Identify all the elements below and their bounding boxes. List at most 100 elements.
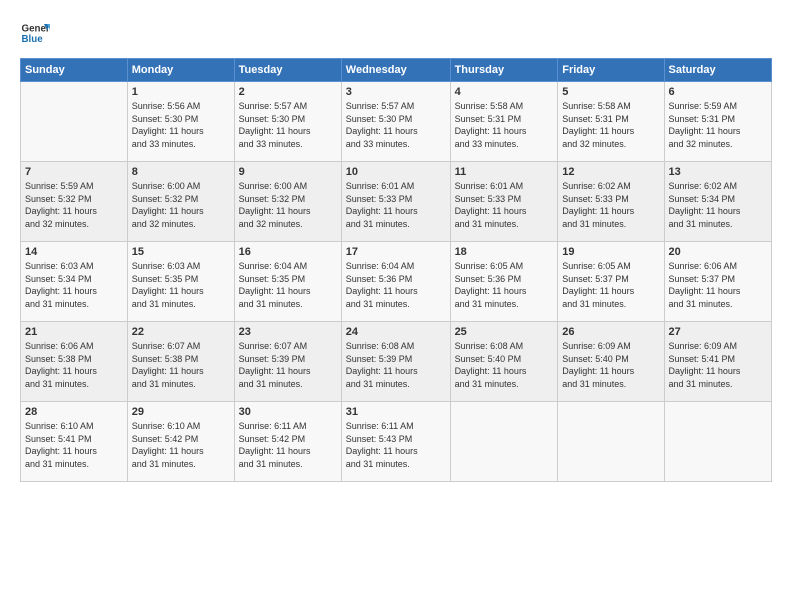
calendar-cell: 10 Sunrise: 6:01 AM Sunset: 5:33 PM Dayli… — [341, 162, 450, 242]
week-row-5: 28Sunrise: 6:10 AM Sunset: 5:41 PM Dayli… — [21, 402, 772, 482]
calendar-cell: 31 Sunrise: 6:11 AM Sunset: 5:43 PM Dayli… — [341, 402, 450, 482]
day-number: 21 — [25, 326, 123, 338]
day-number: 20 — [669, 246, 767, 258]
calendar-cell: 14 Sunrise: 6:03 AM Sunset: 5:34 PM Dayli… — [21, 242, 128, 322]
day-number: 17 — [346, 246, 446, 258]
day-header-monday: Monday — [127, 59, 234, 82]
logo: General Blue — [20, 18, 50, 48]
day-number: 5 — [562, 86, 659, 98]
calendar-cell: 7 Sunrise: 5:59 AM Sunset: 5:32 PM Daylig… — [21, 162, 128, 242]
calendar-cell: 30 Sunrise: 6:11 AM Sunset: 5:42 PM Dayli… — [234, 402, 341, 482]
day-info: Sunrise: 6:04 AM Sunset: 5:36 PM Dayligh… — [346, 260, 446, 310]
calendar-cell: 27Sunrise: 6:09 AM Sunset: 5:41 PM Dayli… — [664, 322, 771, 402]
day-number: 2 — [239, 86, 337, 98]
calendar-cell: 24Sunrise: 6:08 AM Sunset: 5:39 PM Dayli… — [341, 322, 450, 402]
calendar-cell: 19 Sunrise: 6:05 AM Sunset: 5:37 PM Dayli… — [558, 242, 664, 322]
day-header-friday: Friday — [558, 59, 664, 82]
calendar-cell: 8 Sunrise: 6:00 AM Sunset: 5:32 PM Daylig… — [127, 162, 234, 242]
day-number: 9 — [239, 166, 337, 178]
day-info: Sunrise: 5:59 AM Sunset: 5:32 PM Dayligh… — [25, 180, 123, 230]
day-info: Sunrise: 6:02 AM Sunset: 5:33 PM Dayligh… — [562, 180, 659, 230]
day-number: 19 — [562, 246, 659, 258]
day-info: Sunrise: 6:04 AM Sunset: 5:35 PM Dayligh… — [239, 260, 337, 310]
day-info: Sunrise: 6:10 AM Sunset: 5:41 PM Dayligh… — [25, 420, 123, 470]
day-header-sunday: Sunday — [21, 59, 128, 82]
day-info: Sunrise: 5:58 AM Sunset: 5:31 PM Dayligh… — [562, 100, 659, 150]
calendar-cell: 20 Sunrise: 6:06 AM Sunset: 5:37 PM Dayli… — [664, 242, 771, 322]
day-info: Sunrise: 6:03 AM Sunset: 5:35 PM Dayligh… — [132, 260, 230, 310]
day-number: 29 — [132, 406, 230, 418]
calendar-cell: 16Sunrise: 6:04 AM Sunset: 5:35 PM Dayli… — [234, 242, 341, 322]
calendar-cell: 3Sunrise: 5:57 AM Sunset: 5:30 PM Daylig… — [341, 82, 450, 162]
logo-icon: General Blue — [20, 18, 50, 48]
day-number: 14 — [25, 246, 123, 258]
calendar-cell: 2Sunrise: 5:57 AM Sunset: 5:30 PM Daylig… — [234, 82, 341, 162]
day-number: 4 — [455, 86, 554, 98]
day-info: Sunrise: 6:01 AM Sunset: 5:33 PM Dayligh… — [455, 180, 554, 230]
day-info: Sunrise: 6:05 AM Sunset: 5:37 PM Dayligh… — [562, 260, 659, 310]
calendar-cell: 12 Sunrise: 6:02 AM Sunset: 5:33 PM Dayli… — [558, 162, 664, 242]
header: General Blue — [20, 18, 772, 48]
calendar-cell — [558, 402, 664, 482]
calendar-cell: 15 Sunrise: 6:03 AM Sunset: 5:35 PM Dayli… — [127, 242, 234, 322]
day-number: 23 — [239, 326, 337, 338]
day-info: Sunrise: 6:11 AM Sunset: 5:42 PM Dayligh… — [239, 420, 337, 470]
calendar-cell: 4 Sunrise: 5:58 AM Sunset: 5:31 PM Daylig… — [450, 82, 558, 162]
days-header-row: SundayMondayTuesdayWednesdayThursdayFrid… — [21, 59, 772, 82]
day-info: Sunrise: 6:09 AM Sunset: 5:40 PM Dayligh… — [562, 340, 659, 390]
day-number: 6 — [669, 86, 767, 98]
calendar-cell: 13Sunrise: 6:02 AM Sunset: 5:34 PM Dayli… — [664, 162, 771, 242]
calendar-cell: 17 Sunrise: 6:04 AM Sunset: 5:36 PM Dayli… — [341, 242, 450, 322]
week-row-4: 21 Sunrise: 6:06 AM Sunset: 5:38 PM Dayli… — [21, 322, 772, 402]
week-row-2: 7 Sunrise: 5:59 AM Sunset: 5:32 PM Daylig… — [21, 162, 772, 242]
day-info: Sunrise: 5:58 AM Sunset: 5:31 PM Dayligh… — [455, 100, 554, 150]
calendar-cell: 22 Sunrise: 6:07 AM Sunset: 5:38 PM Dayli… — [127, 322, 234, 402]
day-info: Sunrise: 5:56 AM Sunset: 5:30 PM Dayligh… — [132, 100, 230, 150]
calendar-cell: 29 Sunrise: 6:10 AM Sunset: 5:42 PM Dayli… — [127, 402, 234, 482]
day-number: 15 — [132, 246, 230, 258]
calendar-cell: 28Sunrise: 6:10 AM Sunset: 5:41 PM Dayli… — [21, 402, 128, 482]
day-info: Sunrise: 6:03 AM Sunset: 5:34 PM Dayligh… — [25, 260, 123, 310]
day-info: Sunrise: 6:11 AM Sunset: 5:43 PM Dayligh… — [346, 420, 446, 470]
day-number: 26 — [562, 326, 659, 338]
page: General Blue SundayMondayTuesdayWednesda… — [0, 0, 792, 612]
calendar-cell: 25 Sunrise: 6:08 AM Sunset: 5:40 PM Dayli… — [450, 322, 558, 402]
calendar-cell: 23 Sunrise: 6:07 AM Sunset: 5:39 PM Dayli… — [234, 322, 341, 402]
day-number: 31 — [346, 406, 446, 418]
day-info: Sunrise: 6:01 AM Sunset: 5:33 PM Dayligh… — [346, 180, 446, 230]
day-info: Sunrise: 6:00 AM Sunset: 5:32 PM Dayligh… — [239, 180, 337, 230]
calendar-table: SundayMondayTuesdayWednesdayThursdayFrid… — [20, 58, 772, 482]
calendar-cell: 11 Sunrise: 6:01 AM Sunset: 5:33 PM Dayli… — [450, 162, 558, 242]
day-number: 3 — [346, 86, 446, 98]
day-info: Sunrise: 6:07 AM Sunset: 5:38 PM Dayligh… — [132, 340, 230, 390]
calendar-cell — [21, 82, 128, 162]
day-info: Sunrise: 6:06 AM Sunset: 5:37 PM Dayligh… — [669, 260, 767, 310]
day-info: Sunrise: 6:10 AM Sunset: 5:42 PM Dayligh… — [132, 420, 230, 470]
calendar-cell: 18Sunrise: 6:05 AM Sunset: 5:36 PM Dayli… — [450, 242, 558, 322]
day-number: 10 — [346, 166, 446, 178]
day-number: 18 — [455, 246, 554, 258]
day-header-saturday: Saturday — [664, 59, 771, 82]
day-number: 22 — [132, 326, 230, 338]
calendar-cell: 9 Sunrise: 6:00 AM Sunset: 5:32 PM Daylig… — [234, 162, 341, 242]
day-info: Sunrise: 6:06 AM Sunset: 5:38 PM Dayligh… — [25, 340, 123, 390]
day-info: Sunrise: 5:59 AM Sunset: 5:31 PM Dayligh… — [669, 100, 767, 150]
calendar-cell: 6 Sunrise: 5:59 AM Sunset: 5:31 PM Daylig… — [664, 82, 771, 162]
day-info: Sunrise: 6:08 AM Sunset: 5:40 PM Dayligh… — [455, 340, 554, 390]
day-number: 11 — [455, 166, 554, 178]
day-number: 7 — [25, 166, 123, 178]
calendar-cell: 1Sunrise: 5:56 AM Sunset: 5:30 PM Daylig… — [127, 82, 234, 162]
calendar-cell — [664, 402, 771, 482]
day-info: Sunrise: 6:00 AM Sunset: 5:32 PM Dayligh… — [132, 180, 230, 230]
day-number: 8 — [132, 166, 230, 178]
day-number: 12 — [562, 166, 659, 178]
calendar-cell: 21 Sunrise: 6:06 AM Sunset: 5:38 PM Dayli… — [21, 322, 128, 402]
day-info: Sunrise: 6:07 AM Sunset: 5:39 PM Dayligh… — [239, 340, 337, 390]
week-row-3: 14 Sunrise: 6:03 AM Sunset: 5:34 PM Dayli… — [21, 242, 772, 322]
day-number: 27 — [669, 326, 767, 338]
calendar-cell: 5 Sunrise: 5:58 AM Sunset: 5:31 PM Daylig… — [558, 82, 664, 162]
calendar-cell: 26 Sunrise: 6:09 AM Sunset: 5:40 PM Dayli… — [558, 322, 664, 402]
week-row-1: 1Sunrise: 5:56 AM Sunset: 5:30 PM Daylig… — [21, 82, 772, 162]
day-number: 25 — [455, 326, 554, 338]
day-number: 30 — [239, 406, 337, 418]
